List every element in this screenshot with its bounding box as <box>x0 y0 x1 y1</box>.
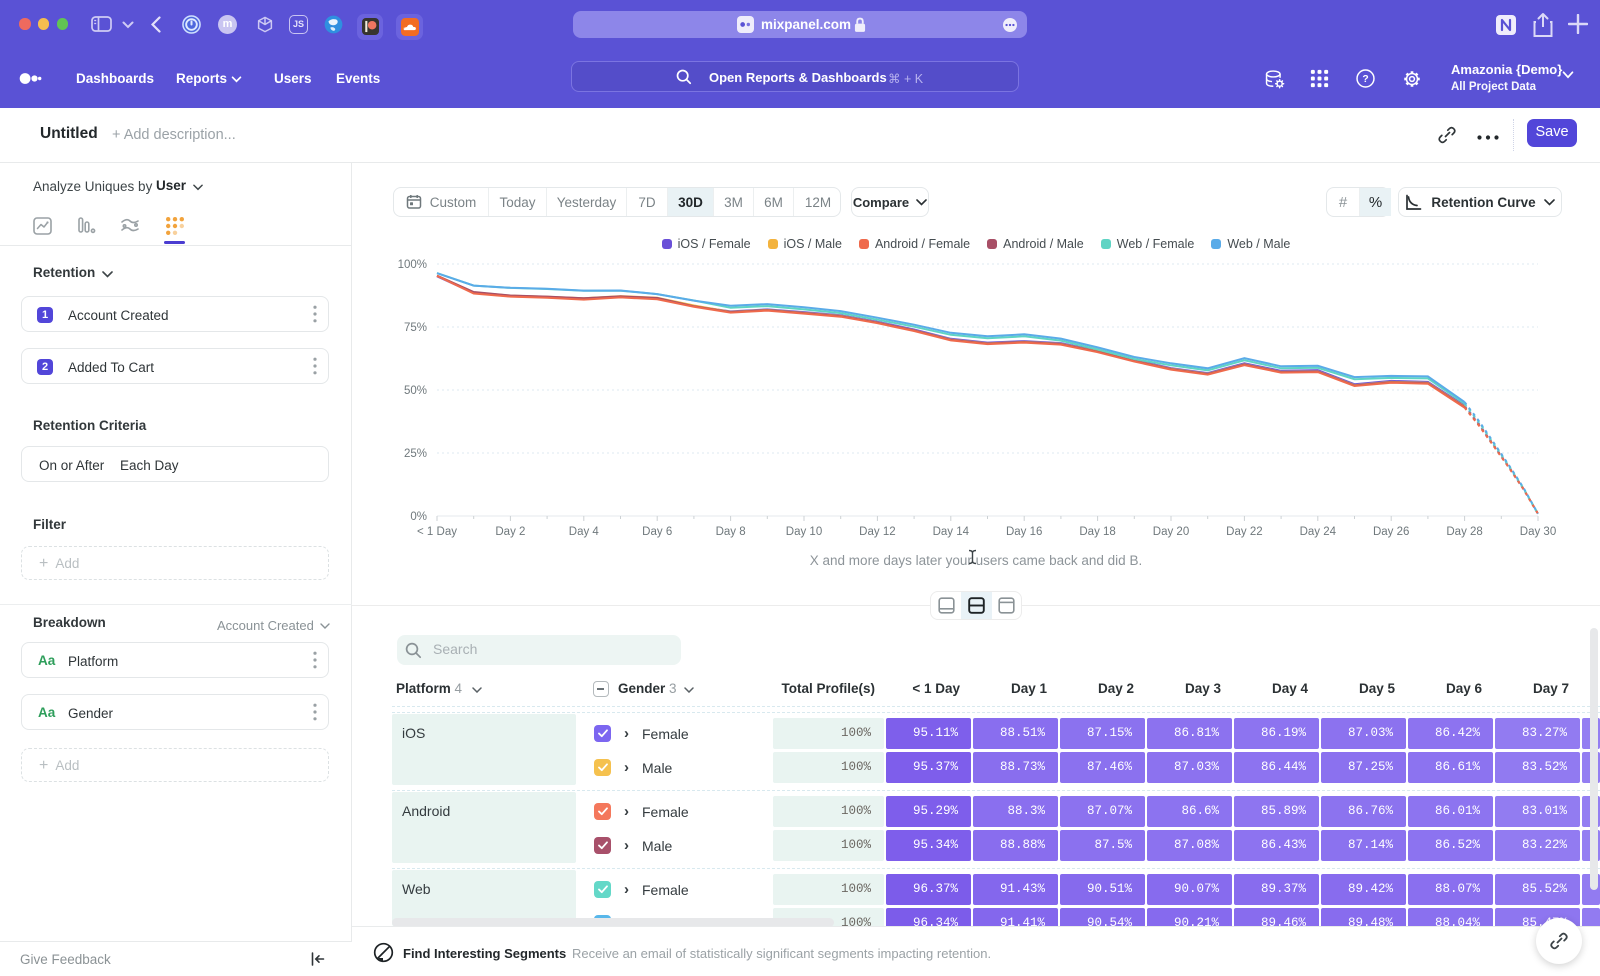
svg-text:Day 18: Day 18 <box>1079 526 1115 538</box>
svg-text:Day 2: Day 2 <box>495 526 525 538</box>
svg-text:Day 16: Day 16 <box>1006 526 1042 538</box>
svg-text:Day 30: Day 30 <box>1520 526 1556 538</box>
svg-text:50%: 50% <box>404 385 427 397</box>
svg-text:Day 20: Day 20 <box>1153 526 1189 538</box>
svg-text:Day 4: Day 4 <box>569 526 600 538</box>
svg-text:Day 6: Day 6 <box>642 526 672 538</box>
svg-text:25%: 25% <box>404 448 427 460</box>
svg-text:?: ? <box>1362 74 1368 85</box>
svg-text:Day 10: Day 10 <box>786 526 822 538</box>
svg-text:100%: 100% <box>398 259 427 271</box>
svg-text:Day 8: Day 8 <box>716 526 746 538</box>
svg-text:Day 28: Day 28 <box>1446 526 1482 538</box>
svg-text:Day 26: Day 26 <box>1373 526 1409 538</box>
svg-text:Day 14: Day 14 <box>933 526 970 538</box>
svg-text:< 1 Day: < 1 Day <box>417 526 457 538</box>
svg-text:Day 24: Day 24 <box>1300 526 1337 538</box>
svg-text:Day 22: Day 22 <box>1226 526 1262 538</box>
svg-text:Day 12: Day 12 <box>859 526 895 538</box>
svg-text:0%: 0% <box>410 511 427 523</box>
svg-text:75%: 75% <box>404 322 427 334</box>
